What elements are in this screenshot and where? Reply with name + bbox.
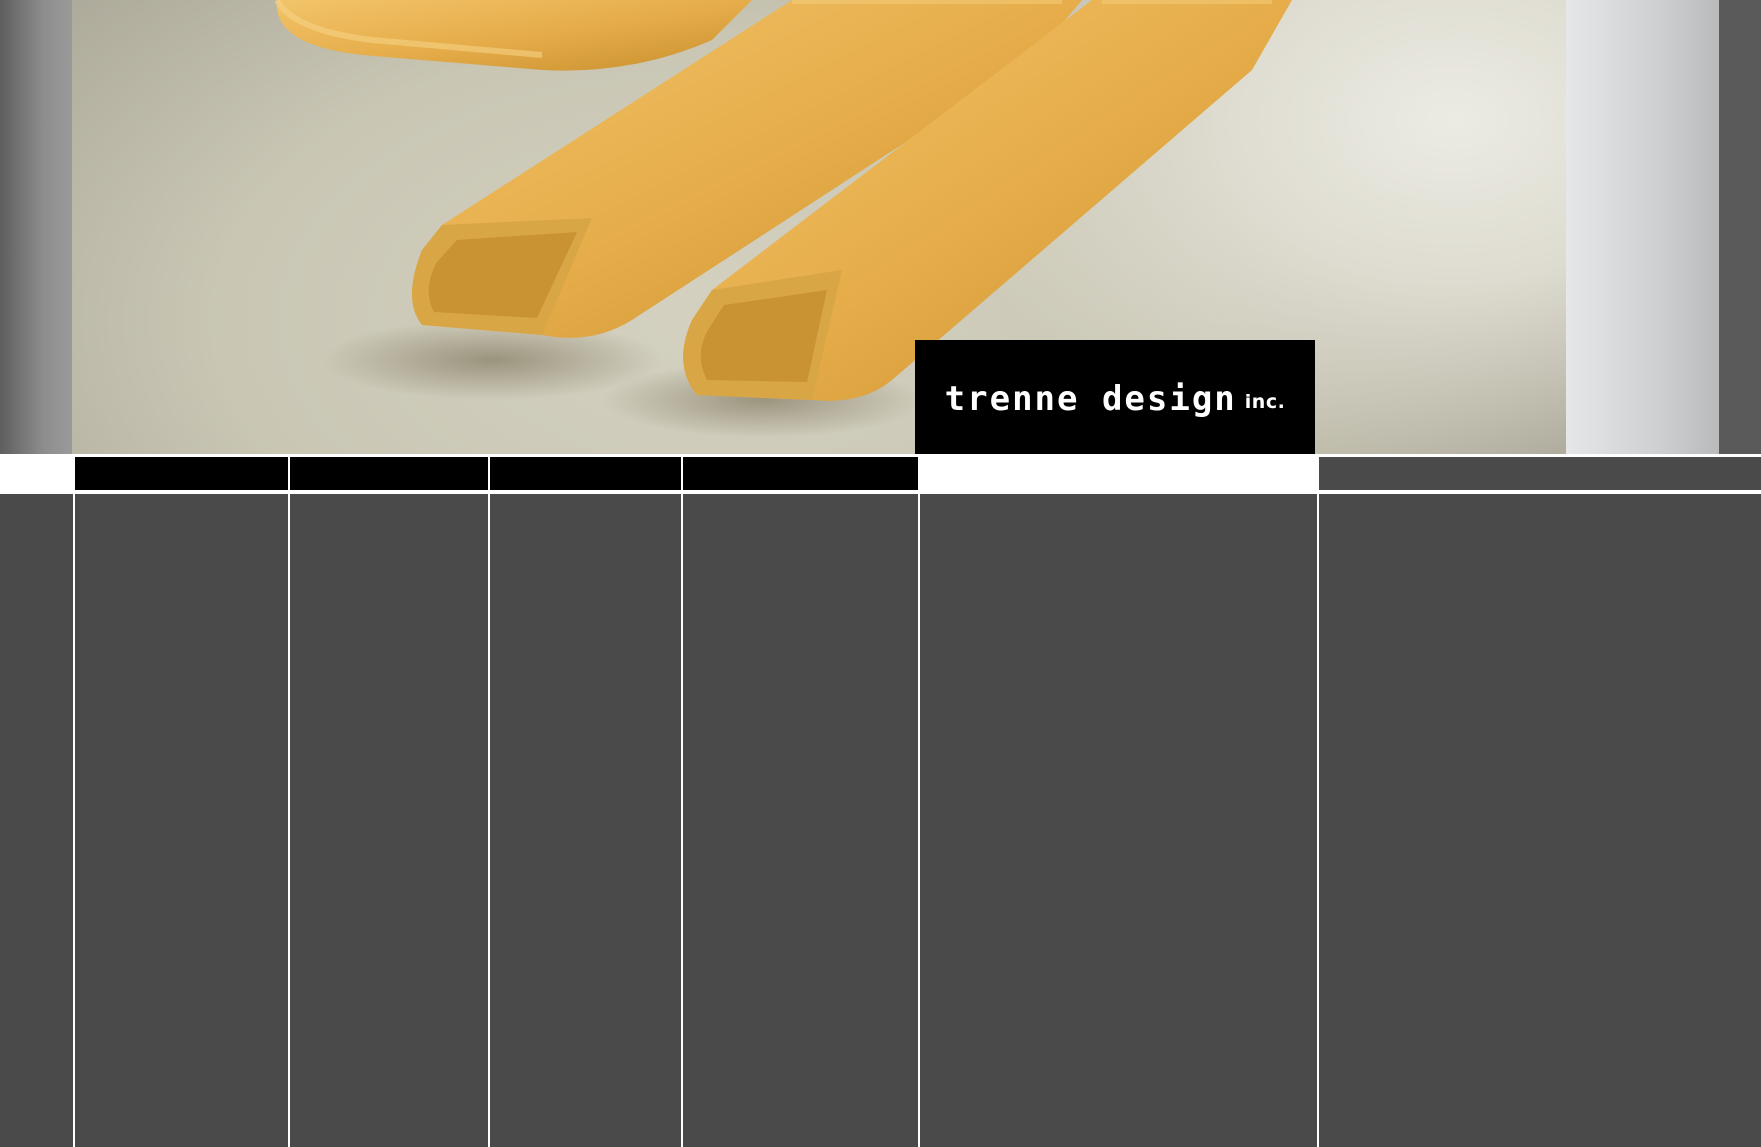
nav-logo-gap [920, 457, 1317, 490]
nav-tail [1319, 457, 1761, 490]
nav-item-3[interactable] [490, 457, 681, 490]
hero-banner: trenne design inc. [0, 0, 1761, 454]
pasta-photo-icon [274, 0, 1292, 438]
column-6 [1319, 494, 1761, 1147]
logo-suffix: inc. [1244, 391, 1286, 413]
hero-right-edge [1566, 0, 1719, 454]
column-lead [0, 494, 73, 1147]
nav-item-1[interactable] [75, 457, 288, 490]
column-4 [683, 494, 918, 1147]
column-2 [290, 494, 488, 1147]
nav-item-2[interactable] [290, 457, 488, 490]
column-1 [75, 494, 288, 1147]
column-3 [490, 494, 681, 1147]
nav-lead-spacer [0, 457, 74, 490]
hero-far-right-edge [1719, 0, 1761, 454]
logo-text: trenne design [944, 379, 1237, 419]
column-5 [920, 494, 1317, 1147]
page: trenne design inc. [0, 0, 1761, 1147]
hero-left-edge [0, 0, 72, 454]
nav-item-4[interactable] [683, 457, 918, 490]
site-logo[interactable]: trenne design inc. [915, 340, 1315, 454]
content-columns [0, 494, 1761, 1147]
main-nav [0, 454, 1761, 494]
